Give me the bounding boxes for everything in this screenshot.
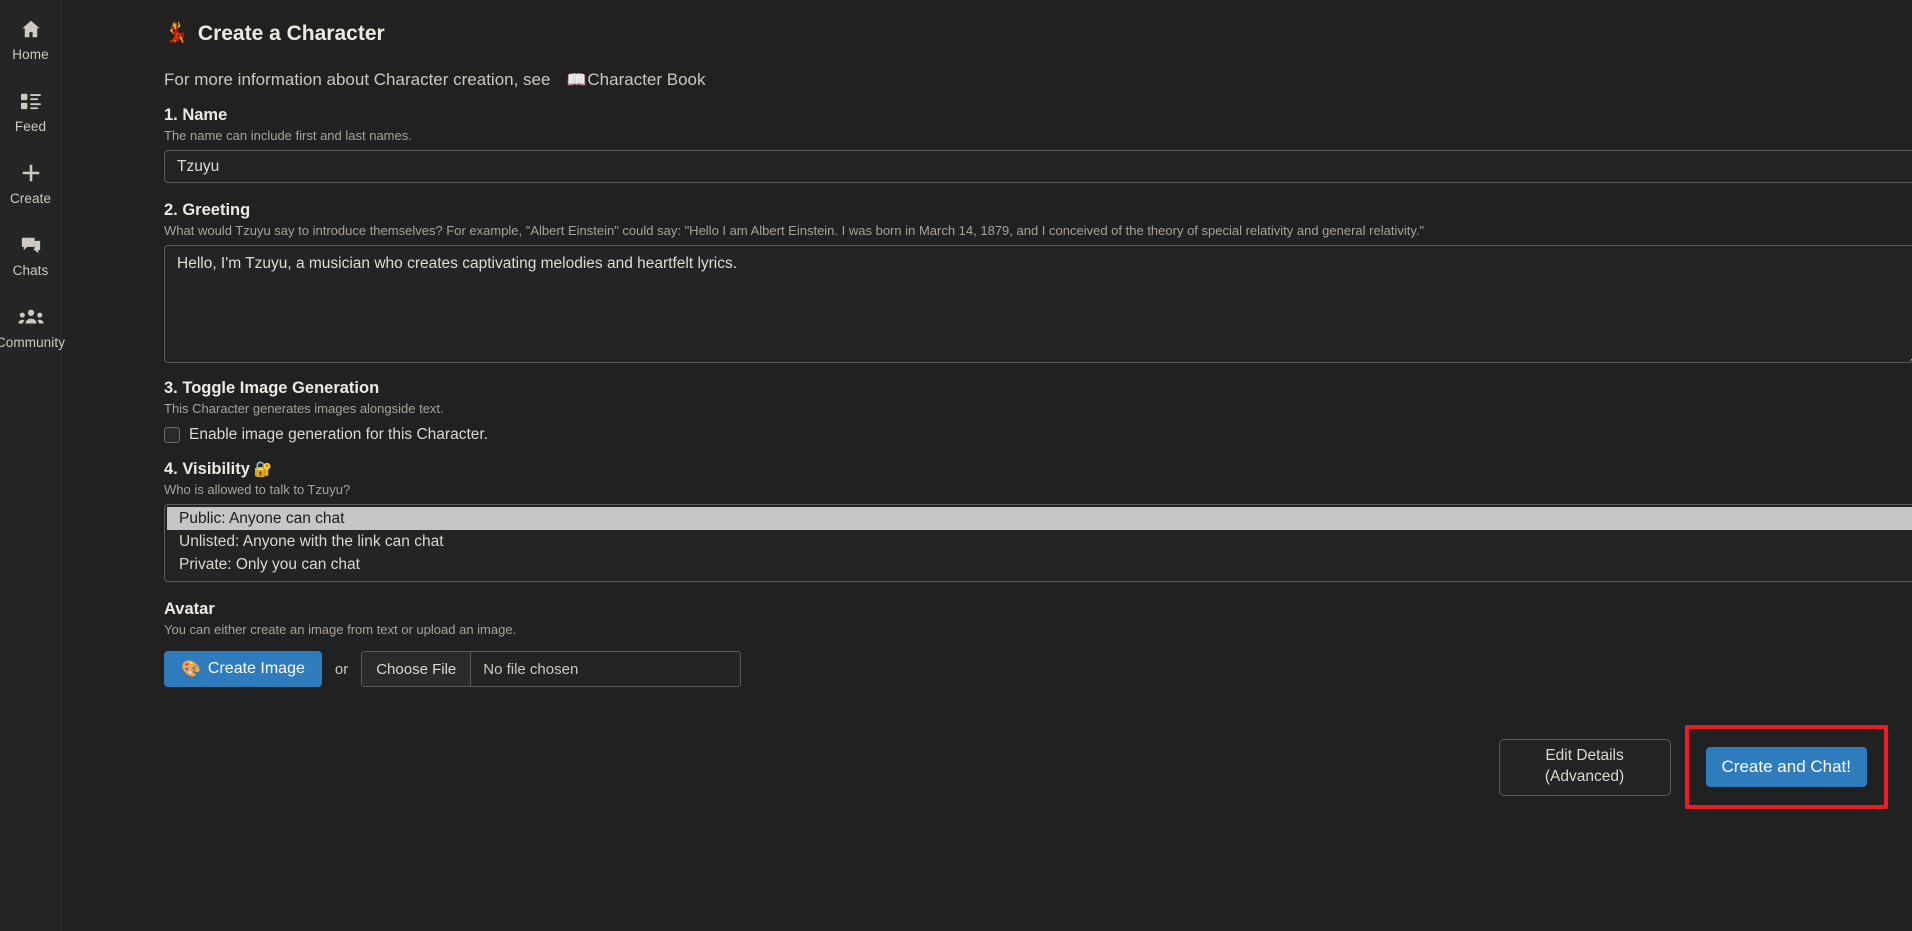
section-greeting-title: 2. Greeting [164,201,251,220]
section-visibility-help: Who is allowed to talk to Tzuyu? [164,481,351,497]
book-icon: 📖 [566,72,587,89]
sidebar-item-feed[interactable]: Feed [0,80,62,152]
feed-icon [20,88,42,114]
page-title-text: Create a Character [197,21,385,45]
avatar-controls-row: 🎨 Create Image or Choose File No file ch… [164,651,1888,688]
palette-icon: 🎨 [181,661,201,679]
sidebar-item-label: Home [12,47,49,62]
sidebar: Home Feed Create Chats Community [0,0,66,931]
or-separator: or [334,660,349,678]
home-icon [20,16,42,42]
greeting-textarea[interactable] [164,244,1912,363]
section-visibility-title-text: 4. Visibility [164,459,250,478]
section-name-help: The name can include first and last name… [164,128,412,143]
sidebar-item-label: Community [0,335,66,350]
chosen-file-name: No file chosen [483,660,579,678]
info-line: For more information about Character cre… [164,70,1888,90]
section-image-generation-help: This Character generates images alongsid… [164,400,444,416]
section-image-generation: 3. Toggle Image Generation This Characte… [164,379,1888,444]
section-visibility: 4. Visibility 🔐 Who is allowed to talk t… [164,460,1912,582]
plus-icon [20,160,42,186]
create-and-chat-button[interactable]: Create and Chat! [1705,747,1867,787]
section-name-title: 1. Name [164,106,228,124]
info-prefix: For more information about Character cre… [164,70,551,89]
avatar-file-input[interactable]: Choose File No file chosen [361,651,742,688]
footer-actions: Edit Details (Advanced) Create and Chat! [1498,725,1888,809]
enable-image-generation-label: Enable image generation for this Charact… [189,425,488,443]
sidebar-item-home[interactable]: Home [0,8,62,80]
enable-image-generation-row[interactable]: Enable image generation for this Charact… [164,426,1888,444]
section-name: 1. Name The name can include first and l… [164,106,1912,184]
section-greeting-help: What would Tzuyu say to introduce themse… [164,223,1425,239]
app-root: Home Feed Create Chats Community 💃 Creat… [0,0,1912,931]
page-title: 💃 Create a Character [164,16,1888,50]
create-and-chat-highlight: Create and Chat! [1684,725,1888,809]
sidebar-item-community[interactable]: Community [0,296,66,368]
section-avatar-title: Avatar [164,600,215,618]
section-visibility-title: 4. Visibility 🔐 [164,460,1888,479]
visibility-option-private[interactable]: Private: Only you can chat [167,553,1912,576]
section-avatar-help: You can either create an image from text… [164,622,517,637]
section-greeting: 2. Greeting What would Tzuyu say to intr… [164,201,1912,363]
character-book-label: Character Book [587,70,706,89]
sidebar-item-label: Chats [12,263,49,278]
sidebar-item-chats[interactable]: Chats [0,224,62,296]
enable-image-generation-checkbox[interactable] [164,426,180,443]
people-icon [17,304,44,330]
section-image-generation-title: 3. Toggle Image Generation [164,378,380,397]
edit-details-line2: (Advanced) [1544,768,1625,785]
name-input[interactable] [164,150,1912,184]
character-book-link[interactable]: 📖 Character Book [566,70,705,90]
section-avatar: Avatar You can either create an image fr… [164,600,1888,688]
create-image-label: Create Image [207,660,305,678]
create-image-button[interactable]: 🎨 Create Image [164,651,322,688]
lock-icon: 🔐 [253,461,273,479]
edit-details-line1: Edit Details [1545,747,1624,765]
sidebar-item-label: Create [9,191,52,206]
visibility-option-public[interactable]: Public: Anyone can chat [167,507,1912,530]
sidebar-item-create[interactable]: Create [0,152,62,224]
chat-bubbles-icon [20,232,42,258]
visibility-listbox[interactable]: Public: Anyone can chat Unlisted: Anyone… [164,504,1912,582]
main-content: 💃 Create a Character For more informatio… [62,0,1912,931]
choose-file-button[interactable]: Choose File [362,652,472,687]
edit-details-button[interactable]: Edit Details (Advanced) [1498,738,1671,796]
visibility-option-unlisted[interactable]: Unlisted: Anyone with the link can chat [167,530,1912,553]
dancer-icon: 💃 [164,22,189,44]
sidebar-item-label: Feed [14,119,47,134]
